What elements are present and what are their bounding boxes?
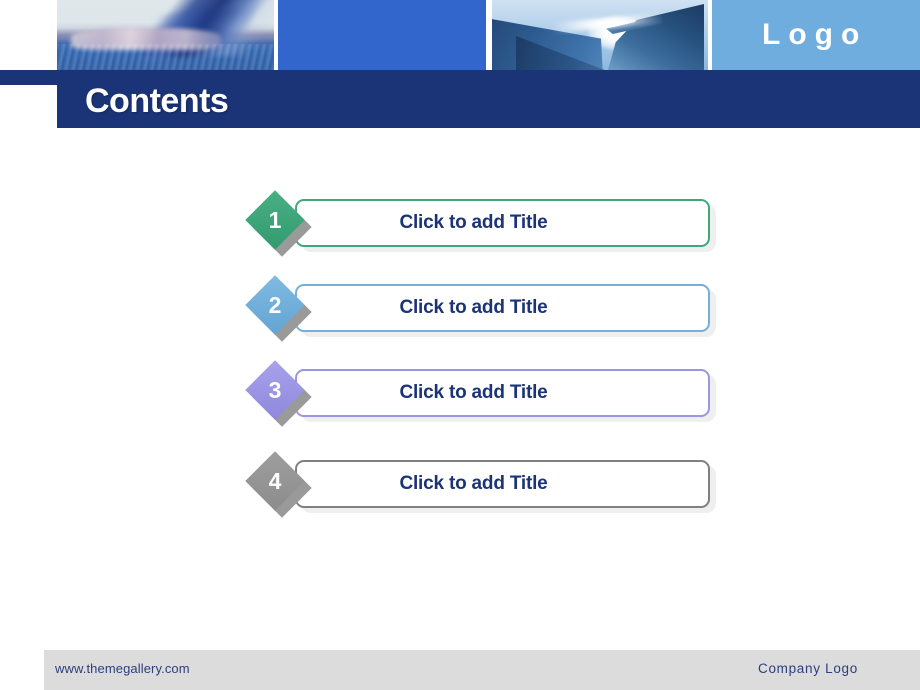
- content-item-bar[interactable]: Click to add Title: [295, 460, 710, 508]
- content-item-4[interactable]: Click to add Title 4: [245, 451, 728, 525]
- content-item-label: Click to add Title: [399, 473, 548, 494]
- footer-company-logo-text: Company Logo: [758, 661, 858, 676]
- logo-text: Logo: [762, 18, 868, 51]
- footer-website-link[interactable]: www.themegallery.com: [55, 657, 190, 681]
- content-item-1[interactable]: Click to add Title 1: [245, 190, 728, 264]
- number-diamond-label: 3: [268, 376, 282, 403]
- content-item-label: Click to add Title: [399, 297, 548, 318]
- content-item-2[interactable]: Click to add Title 2: [245, 275, 728, 349]
- keyboard-photo-motion-streaks: [57, 44, 274, 70]
- content-item-3[interactable]: Click to add Title 3: [245, 360, 728, 434]
- content-item-bar[interactable]: Click to add Title: [295, 369, 710, 417]
- content-item-bar[interactable]: Click to add Title: [295, 284, 710, 332]
- number-diamond-label: 2: [268, 291, 282, 318]
- logo-panel: Logo: [712, 0, 920, 70]
- number-diamond-label: 4: [268, 467, 282, 494]
- header-image-band: Logo: [0, 0, 920, 70]
- hands-on-keyboard-photo: [57, 0, 274, 70]
- number-diamond-label: 1: [268, 206, 282, 233]
- content-item-bar[interactable]: Click to add Title: [295, 199, 710, 247]
- content-item-label: Click to add Title: [399, 212, 548, 233]
- solid-blue-panel: [278, 0, 486, 70]
- content-item-label: Click to add Title: [399, 382, 548, 403]
- page-title: Contents: [85, 82, 229, 120]
- skyscrapers-photo: [492, 0, 708, 70]
